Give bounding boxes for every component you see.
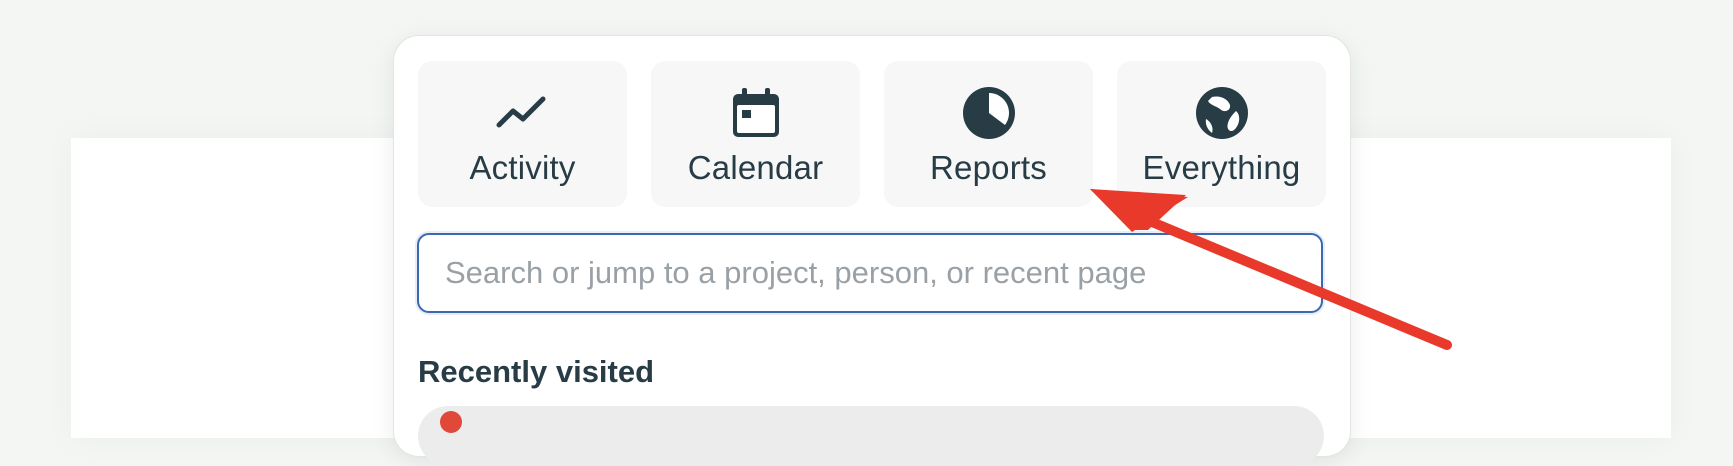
- everything-icon: [1194, 85, 1250, 141]
- activity-icon: [495, 85, 551, 141]
- recent-list-item[interactable]: [418, 406, 1324, 466]
- tile-everything[interactable]: Everything: [1117, 61, 1326, 207]
- calendar-icon: [728, 85, 784, 141]
- search-box[interactable]: [417, 233, 1323, 313]
- tile-everything-label: Everything: [1142, 149, 1301, 186]
- jump-menu-panel: Activity Calendar Reports Everything Sea…: [393, 35, 1351, 466]
- reports-icon: [961, 85, 1017, 141]
- tile-activity[interactable]: Activity: [418, 61, 627, 207]
- recent-item-avatar: [440, 411, 462, 433]
- tile-reports-label: Reports: [930, 149, 1047, 186]
- recently-visited-heading: Recently visited: [418, 354, 655, 389]
- tile-reports[interactable]: Reports: [884, 61, 1093, 207]
- search-input[interactable]: [443, 254, 1297, 292]
- tile-calendar-label: Calendar: [687, 149, 824, 186]
- tile-calendar[interactable]: Calendar: [651, 61, 860, 207]
- tile-activity-label: Activity: [469, 149, 576, 186]
